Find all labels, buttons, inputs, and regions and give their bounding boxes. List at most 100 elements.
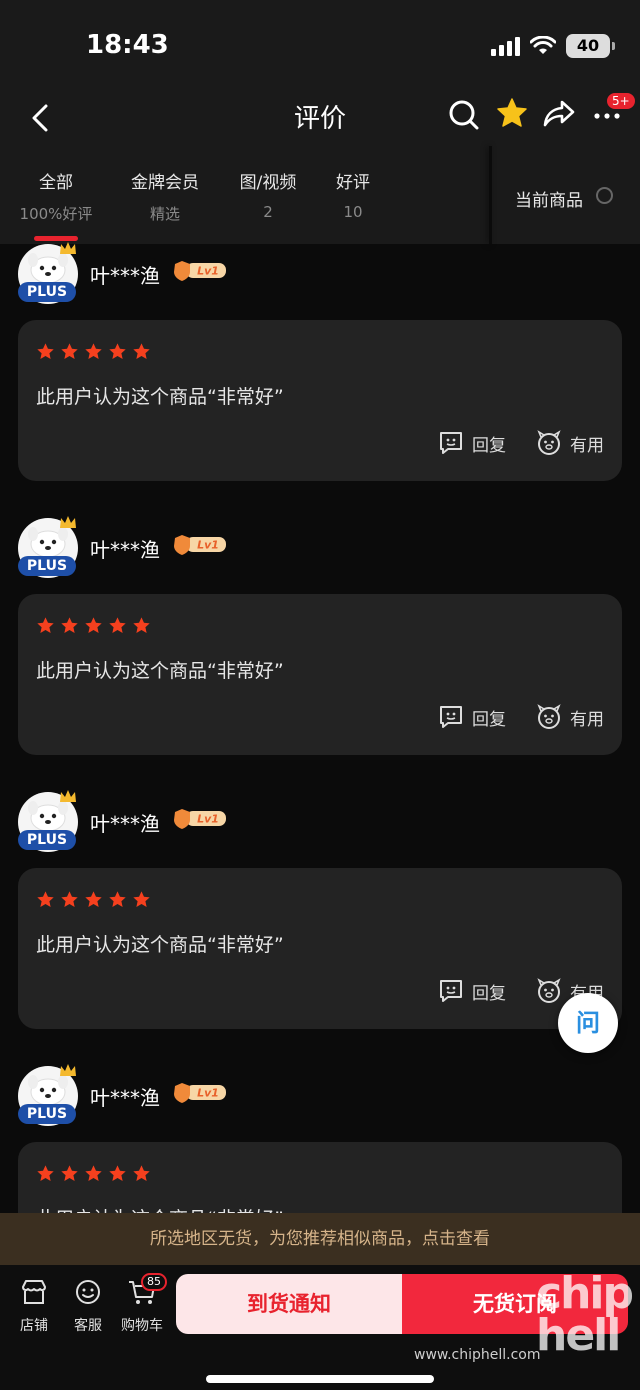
rating-star-icon (133, 343, 150, 360)
username: 叶***渔 (90, 264, 160, 288)
arrival-notify-button[interactable]: 到货通知 (176, 1274, 402, 1334)
rating-star-icon (109, 343, 126, 360)
status-icons: 40 (491, 34, 615, 58)
rating-star-icon (37, 891, 54, 908)
crown-icon (60, 790, 76, 802)
review-card[interactable]: 此用户认为这个商品“非常好” 回复 (18, 868, 622, 1029)
rating-star-icon (61, 1165, 78, 1182)
message-count-badge: 5+ (606, 92, 636, 110)
comment-icon (440, 432, 462, 454)
user-level-badge: Lv1 (174, 535, 226, 555)
rating-star-icon (61, 617, 78, 634)
reply-button[interactable]: 回复 (438, 978, 506, 1004)
review-text: 此用户认为这个商品“非常好” (36, 386, 284, 408)
watermark-url: www.chiphell.com (414, 1347, 541, 1363)
rating-star-icon (61, 343, 78, 360)
tab-label: 全部 (39, 173, 73, 193)
user-level-badge: Lv1 (174, 809, 226, 829)
useful-button[interactable]: 有用 (536, 430, 604, 456)
reply-label: 回复 (472, 435, 506, 456)
plus-member-badge: PLUS (18, 556, 76, 576)
store-label: 店铺 (20, 1318, 48, 1334)
cellular-signal-icon (491, 36, 520, 56)
useful-label: 有用 (570, 435, 604, 456)
current-product-radio[interactable] (596, 187, 613, 204)
current-product-label[interactable]: 当前商品 (515, 186, 583, 211)
username: 叶***渔 (90, 812, 160, 836)
reply-button[interactable]: 回复 (438, 430, 506, 456)
like-face-icon (537, 704, 561, 729)
user-level-text: Lv1 (197, 265, 219, 278)
username: 叶***渔 (90, 1086, 160, 1110)
rating-star-icon (109, 891, 126, 908)
user-level-text: Lv1 (197, 539, 219, 552)
mascot-dog-icon (28, 1075, 68, 1106)
cart-button[interactable]: 85 购物车 (117, 1273, 167, 1335)
plus-member-badge: PLUS (18, 282, 76, 302)
rating-star-icon (61, 891, 78, 908)
ask-question-button[interactable]: 问 (558, 993, 618, 1053)
tab-label: 金牌会员 (131, 173, 199, 193)
review-card[interactable]: 此用户认为这个商品“非常好” 回复 (18, 320, 622, 481)
rating-star-icon (85, 343, 102, 360)
plus-member-badge: PLUS (18, 1104, 76, 1124)
user-level-badge: Lv1 (174, 1083, 226, 1103)
crown-icon (60, 516, 76, 528)
customer-service-icon (76, 1280, 100, 1304)
useful-button[interactable]: 有用 (536, 704, 604, 730)
reply-button[interactable]: 回复 (438, 704, 506, 730)
rating-stars (36, 342, 151, 361)
comment-icon (440, 980, 462, 1002)
home-indicator[interactable] (206, 1375, 434, 1383)
share-icon[interactable] (542, 96, 576, 130)
rating-star-icon (133, 891, 150, 908)
nav-bar: 评价 5+ (0, 90, 640, 146)
rating-star-icon (133, 1165, 150, 1182)
store-button[interactable]: 店铺 (9, 1277, 59, 1335)
like-face-icon (537, 978, 561, 1003)
search-icon[interactable] (448, 98, 480, 132)
status-bar: 18:43 40 (0, 0, 640, 90)
tab-gold-member[interactable]: 金牌会员 精选 (115, 168, 215, 224)
crown-icon (60, 242, 76, 254)
rating-star-icon (37, 1165, 54, 1182)
crown-icon (60, 1064, 76, 1076)
user-level-badge: Lv1 (174, 261, 226, 281)
reply-label: 回复 (472, 709, 506, 730)
mascot-dog-icon (28, 527, 68, 558)
like-face-icon (537, 430, 561, 455)
tab-sub: 精选 (149, 205, 180, 223)
user-level-text: Lv1 (197, 1087, 219, 1100)
review-text: 此用户认为这个商品“非常好” (36, 660, 284, 682)
mascot-dog-icon (28, 801, 68, 832)
user-level-text: Lv1 (197, 813, 219, 826)
tab-label: 好评 (336, 173, 370, 193)
rating-stars (36, 890, 151, 909)
customer-service-button[interactable]: 客服 (63, 1277, 113, 1335)
rating-star-icon (37, 343, 54, 360)
wifi-icon (530, 36, 556, 54)
tabs-divider (489, 146, 492, 244)
cart-count-badge: 85 (141, 1273, 167, 1291)
battery-icon: 40 (566, 34, 615, 58)
customer-service-label: 客服 (74, 1318, 102, 1334)
tab-sub: 10 (343, 203, 363, 221)
favorite-star-icon[interactable] (496, 96, 528, 130)
rating-stars (36, 1164, 151, 1183)
filter-tabs: 全部 100%好评 金牌会员 精选 图/视频 2 好评 10 当前商品 (0, 146, 640, 244)
mascot-dog-icon (28, 253, 68, 284)
cart-label: 购物车 (121, 1318, 163, 1334)
rating-star-icon (85, 1165, 102, 1182)
rating-star-icon (85, 891, 102, 908)
comment-icon (440, 706, 462, 728)
rating-star-icon (85, 617, 102, 634)
reply-label: 回复 (472, 983, 506, 1004)
tab-positive[interactable]: 好评 10 (303, 168, 403, 221)
review-card[interactable]: 此用户认为这个商品“非常好” 回复 (18, 594, 622, 755)
out-of-stock-notice[interactable]: 所选地区无货，为您推荐相似商品，点击查看 (0, 1213, 640, 1265)
tab-sub: 100%好评 (19, 205, 93, 223)
status-time: 18:43 (86, 30, 169, 60)
rating-stars (36, 616, 151, 635)
bottom-action-bar: 店铺 客服 85 购物车 到货通知 无货订阅 chip hell www.chip… (0, 1265, 640, 1390)
tab-all[interactable]: 全部 100%好评 (6, 168, 106, 224)
